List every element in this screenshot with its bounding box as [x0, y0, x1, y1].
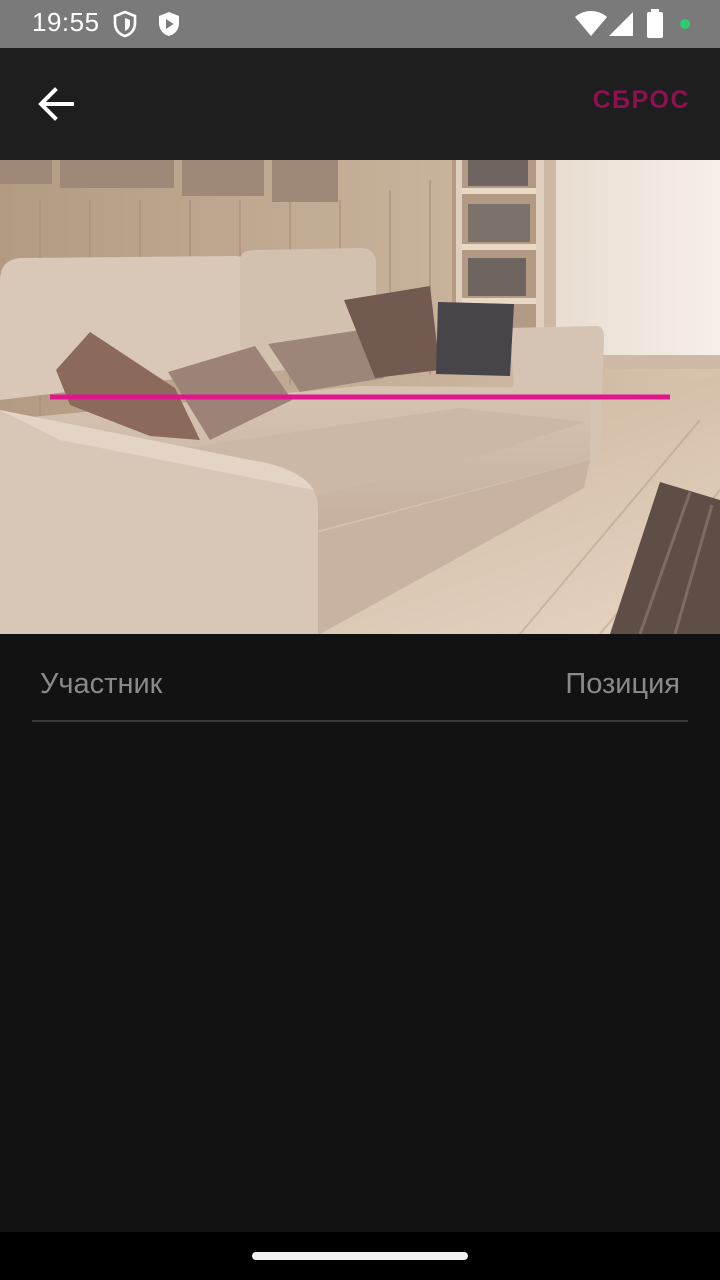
battery-icon — [647, 9, 663, 38]
shield-icon — [113, 10, 137, 38]
sofa-room-image — [0, 160, 720, 634]
home-gesture-handle[interactable] — [252, 1252, 468, 1260]
reset-button[interactable]: СБРОС — [593, 86, 690, 115]
table-header: Участник Позиция — [32, 634, 688, 722]
status-time: 19:55 — [32, 7, 100, 37]
privacy-dot-icon — [680, 19, 690, 29]
signal-icon — [609, 12, 633, 36]
participant-list — [0, 722, 720, 1230]
wifi-icon — [575, 11, 607, 36]
play-protect-icon — [159, 12, 179, 36]
position-column-header: Позиция — [565, 668, 680, 700]
navigation-bar — [0, 1232, 720, 1280]
participant-column-header: Участник — [40, 668, 163, 700]
status-bar: 19:55 — [0, 0, 720, 48]
back-button[interactable] — [24, 80, 88, 128]
app-bar: СБРОС — [0, 48, 720, 160]
arrow-left-icon — [38, 87, 74, 121]
